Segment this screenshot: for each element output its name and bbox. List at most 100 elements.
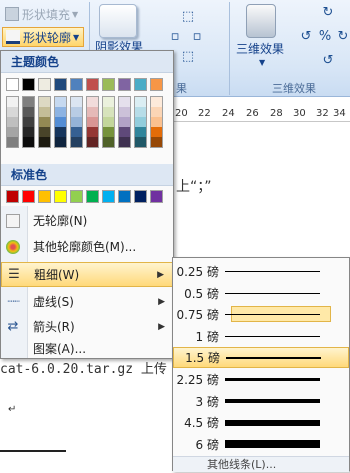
nudge-right-icon[interactable]: ▫ xyxy=(190,30,204,44)
theme-color-swatch[interactable] xyxy=(102,78,115,91)
pattern-item[interactable]: 图案(A)... xyxy=(1,336,173,361)
theme-shade-column xyxy=(22,96,35,148)
theme-color-swatch[interactable] xyxy=(134,78,147,91)
theme-shade-swatch[interactable] xyxy=(71,97,82,107)
standard-color-swatch[interactable] xyxy=(38,190,51,203)
theme-shade-swatch[interactable] xyxy=(135,107,146,117)
theme-shade-swatch[interactable] xyxy=(7,107,18,117)
theme-shade-swatch[interactable] xyxy=(135,137,146,147)
standard-color-swatch[interactable] xyxy=(150,190,163,203)
tilt-up-icon[interactable]: ↻ xyxy=(321,6,335,20)
theme-shade-swatch[interactable] xyxy=(135,117,146,127)
standard-color-swatch[interactable] xyxy=(6,190,19,203)
theme-shade-swatch[interactable] xyxy=(23,97,34,107)
standard-color-swatch[interactable] xyxy=(22,190,35,203)
tilt-left-icon[interactable]: ↺ xyxy=(299,30,313,44)
shadow-effect-button[interactable] xyxy=(99,4,137,38)
theme-color-swatch[interactable] xyxy=(22,78,35,91)
theme-color-swatch[interactable] xyxy=(6,78,19,91)
weight-option[interactable]: 1.5 磅 xyxy=(173,347,349,369)
standard-color-swatch[interactable] xyxy=(134,190,147,203)
theme-shade-swatch[interactable] xyxy=(151,97,162,107)
theme-shade-swatch[interactable] xyxy=(7,127,18,137)
theme-shade-swatch[interactable] xyxy=(39,137,50,147)
theme-shade-swatch[interactable] xyxy=(87,107,98,117)
weight-option[interactable]: 0.25 磅 xyxy=(173,261,349,282)
theme-shade-swatch[interactable] xyxy=(103,97,114,107)
weight-option[interactable]: 1 磅 xyxy=(173,326,349,347)
theme-shade-swatch[interactable] xyxy=(39,107,50,117)
weight-option[interactable]: 2.25 磅 xyxy=(173,369,349,390)
theme-shade-swatch[interactable] xyxy=(135,97,146,107)
standard-color-swatch[interactable] xyxy=(118,190,131,203)
theme-shade-swatch[interactable] xyxy=(23,107,34,117)
theme-shade-swatch[interactable] xyxy=(151,127,162,137)
theme-shade-swatch[interactable] xyxy=(55,107,66,117)
nudge-down-icon[interactable]: ⬚ xyxy=(181,50,195,64)
standard-color-swatch[interactable] xyxy=(102,190,115,203)
theme-shade-swatch[interactable] xyxy=(23,137,34,147)
weight-option[interactable]: 0.75 磅 xyxy=(173,304,349,325)
theme-shade-swatch[interactable] xyxy=(55,137,66,147)
three-d-toggle-icon[interactable]: % xyxy=(318,30,332,44)
theme-shade-swatch[interactable] xyxy=(135,127,146,137)
weight-item[interactable]: ☰ 粗细(W) ▶ xyxy=(1,262,173,287)
theme-shade-swatch[interactable] xyxy=(55,127,66,137)
theme-shade-swatch[interactable] xyxy=(151,137,162,147)
weight-option[interactable]: 3 磅 xyxy=(173,391,349,412)
theme-shade-swatch[interactable] xyxy=(71,117,82,127)
tilt-down-icon[interactable]: ↺ xyxy=(321,54,335,68)
nudge-left-icon[interactable]: ▫ xyxy=(168,30,182,44)
tilt-right-icon[interactable]: ↻ xyxy=(336,30,350,44)
theme-shade-swatch[interactable] xyxy=(151,107,162,117)
theme-color-swatch[interactable] xyxy=(86,78,99,91)
theme-shade-swatch[interactable] xyxy=(71,127,82,137)
more-colors-item[interactable]: 其他轮廓颜色(M)... xyxy=(1,234,173,259)
theme-shade-swatch[interactable] xyxy=(119,117,130,127)
no-outline-item[interactable]: 无轮廓(N) xyxy=(1,208,173,233)
shape-fill-button[interactable]: 形状填充 ▼ xyxy=(2,4,81,24)
theme-color-swatch[interactable] xyxy=(150,78,163,91)
theme-shade-swatch[interactable] xyxy=(119,127,130,137)
theme-color-swatch[interactable] xyxy=(54,78,67,91)
theme-shade-swatch[interactable] xyxy=(87,97,98,107)
standard-color-swatch[interactable] xyxy=(54,190,67,203)
three-d-effect-button[interactable] xyxy=(246,4,276,38)
more-lines-item[interactable]: 其他线条(L)... xyxy=(173,456,349,472)
theme-color-swatch[interactable] xyxy=(70,78,83,91)
theme-shade-swatch[interactable] xyxy=(39,97,50,107)
theme-shade-swatch[interactable] xyxy=(103,137,114,147)
theme-shade-swatch[interactable] xyxy=(119,97,130,107)
theme-shade-swatch[interactable] xyxy=(119,137,130,147)
theme-color-swatch[interactable] xyxy=(38,78,51,91)
theme-shade-swatch[interactable] xyxy=(103,107,114,117)
theme-shade-swatch[interactable] xyxy=(55,117,66,127)
theme-shade-swatch[interactable] xyxy=(103,127,114,137)
theme-shade-swatch[interactable] xyxy=(39,117,50,127)
theme-shade-swatch[interactable] xyxy=(71,107,82,117)
theme-shade-swatch[interactable] xyxy=(7,97,18,107)
theme-shade-swatch[interactable] xyxy=(71,137,82,147)
theme-shade-swatch[interactable] xyxy=(119,107,130,117)
theme-shade-swatch[interactable] xyxy=(7,117,18,127)
theme-shade-swatch[interactable] xyxy=(151,117,162,127)
theme-shade-swatch[interactable] xyxy=(23,117,34,127)
theme-shade-swatch[interactable] xyxy=(87,127,98,137)
shape-outline-button[interactable]: 形状轮廓 ▼ xyxy=(2,27,84,47)
theme-shade-swatch[interactable] xyxy=(23,127,34,137)
theme-shade-swatch[interactable] xyxy=(87,137,98,147)
theme-shade-swatch[interactable] xyxy=(55,97,66,107)
weight-option[interactable]: 0.5 磅 xyxy=(173,283,349,304)
nudge-up-icon[interactable]: ⬚ xyxy=(181,10,195,24)
weight-option[interactable]: 6 磅 xyxy=(173,434,349,455)
theme-shade-swatch[interactable] xyxy=(39,127,50,137)
dashes-item[interactable]: ┈┈ 虚线(S) ▶ xyxy=(1,289,173,314)
weight-option[interactable]: 4.5 磅 xyxy=(173,412,349,433)
theme-shade-swatch[interactable] xyxy=(103,117,114,127)
theme-color-swatch[interactable] xyxy=(118,78,131,91)
theme-shade-swatch[interactable] xyxy=(87,117,98,127)
standard-color-swatch[interactable] xyxy=(70,190,83,203)
standard-color-swatch[interactable] xyxy=(86,190,99,203)
theme-shade-swatch[interactable] xyxy=(7,137,18,147)
drawn-line-shape[interactable] xyxy=(0,450,66,452)
